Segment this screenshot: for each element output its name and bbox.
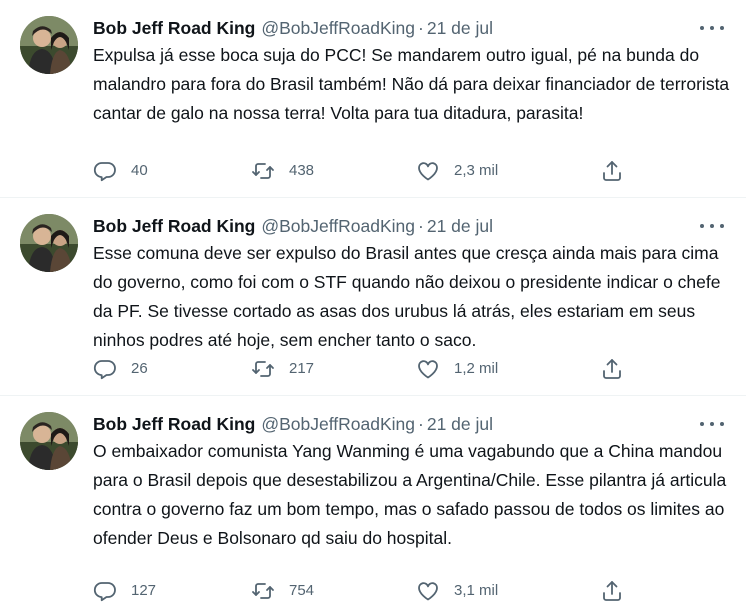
reply-icon xyxy=(93,360,116,380)
like-button[interactable]: 3,1 mil xyxy=(416,577,498,605)
avatar[interactable] xyxy=(20,412,78,470)
tweet-date[interactable]: 21 de jul xyxy=(427,216,493,236)
tweet-date[interactable]: 21 de jul xyxy=(427,18,493,38)
retweet-button[interactable]: 754 xyxy=(251,577,314,605)
tweet-text: Esse comuna deve ser expulso do Brasil a… xyxy=(93,243,726,350)
tweet-actions: 26 217 1,2 mil xyxy=(93,355,633,383)
tweet-actions: 40 438 2,3 mil xyxy=(93,157,633,185)
retweet-icon xyxy=(252,583,274,599)
more-icon[interactable] xyxy=(700,218,724,234)
heart-icon xyxy=(418,162,438,181)
heart-icon xyxy=(418,360,438,379)
separator: · xyxy=(418,414,424,434)
share-icon xyxy=(603,581,621,601)
heart-icon xyxy=(418,582,438,601)
like-count: 2,3 mil xyxy=(454,162,499,179)
user-handle[interactable]: @BobJeffRoadKing xyxy=(261,414,415,434)
reply-button[interactable]: 127 xyxy=(93,577,156,605)
reply-count: 40 xyxy=(131,162,148,179)
tweet-header: Bob Jeff Road King @BobJeffRoadKing · 21 de… xyxy=(93,412,493,436)
like-button[interactable]: 1,2 mil xyxy=(416,355,498,383)
avatar[interactable] xyxy=(20,214,78,272)
separator: · xyxy=(418,18,424,38)
reply-button[interactable]: 40 xyxy=(93,157,148,185)
share-button[interactable] xyxy=(600,355,624,383)
share-button[interactable] xyxy=(600,577,624,605)
reply-icon xyxy=(93,582,116,602)
more-icon[interactable] xyxy=(700,20,724,36)
tweet-date[interactable]: 21 de jul xyxy=(427,414,493,434)
tweet[interactable]: Bob Jeff Road King @BobJeffRoadKing · 21 de… xyxy=(0,396,746,609)
display-name[interactable]: Bob Jeff Road King xyxy=(93,414,255,434)
tweet[interactable]: Bob Jeff Road King @BobJeffRoadKing · 21 de… xyxy=(0,198,746,396)
tweet[interactable]: Bob Jeff Road King @BobJeffRoadKing · 21 de… xyxy=(0,0,746,198)
like-count: 3,1 mil xyxy=(454,582,499,599)
tweet-text: O embaixador comunista Yang Wanming é um… xyxy=(93,441,732,548)
avatar[interactable] xyxy=(20,16,78,74)
like-count: 1,2 mil xyxy=(454,360,499,377)
tweet-text: Expulsa já esse boca suja do PCC! Se man… xyxy=(93,45,735,123)
share-button[interactable] xyxy=(600,157,624,185)
retweet-button[interactable]: 217 xyxy=(251,355,314,383)
reply-button[interactable]: 26 xyxy=(93,355,148,383)
share-icon xyxy=(603,359,621,379)
tweet-actions: 127 754 3,1 mil xyxy=(93,577,633,605)
reply-icon xyxy=(93,162,116,182)
retweet-count: 217 xyxy=(289,360,315,377)
retweet-count: 438 xyxy=(289,162,315,179)
retweet-count: 754 xyxy=(289,582,315,599)
retweet-icon xyxy=(252,361,274,377)
retweet-button[interactable]: 438 xyxy=(251,157,314,185)
reply-count: 127 xyxy=(131,582,157,599)
user-handle[interactable]: @BobJeffRoadKing xyxy=(261,216,415,236)
like-button[interactable]: 2,3 mil xyxy=(416,157,498,185)
share-icon xyxy=(603,161,621,181)
display-name[interactable]: Bob Jeff Road King xyxy=(93,216,255,236)
retweet-icon xyxy=(252,163,274,179)
tweet-header: Bob Jeff Road King @BobJeffRoadKing · 21 de… xyxy=(93,16,493,40)
user-handle[interactable]: @BobJeffRoadKing xyxy=(261,18,415,38)
display-name[interactable]: Bob Jeff Road King xyxy=(93,18,255,38)
separator: · xyxy=(418,216,424,236)
tweet-header: Bob Jeff Road King @BobJeffRoadKing · 21 de… xyxy=(93,214,493,238)
more-icon[interactable] xyxy=(700,416,724,432)
reply-count: 26 xyxy=(131,360,148,377)
